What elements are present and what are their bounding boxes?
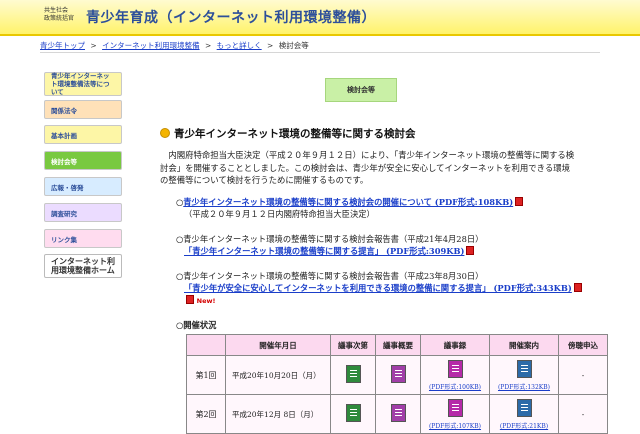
document-link-1[interactable]: 青少年インターネット環境の整備等に関する検討会の開催について (PDF形式:10… — [183, 197, 513, 207]
intro-text: 内閣府特命担当大臣決定（平成２０年９月１２日）により、「青少年インターネット環境… — [160, 150, 575, 186]
cell-agenda — [330, 355, 376, 395]
cell-apply: - — [558, 355, 608, 395]
document-item-3: ○青少年インターネット環境の整備等に関する検討会報告書（平成23年8月30日） … — [176, 270, 582, 307]
meeting-table: 開催年月日 議事次第 議事概要 議事録 開催案内 傍聴申込 第1回 平成20年1… — [186, 334, 608, 434]
new-badge: New! — [196, 297, 216, 305]
document-link-2[interactable]: 「青少年インターネット環境の整備等に関する提言」 (PDF形式:309KB) — [184, 246, 464, 256]
page-heading-text: 青少年インターネット環境の整備等に関する検討会 — [174, 128, 416, 140]
document-item-2: ○青少年インターネット環境の整備等に関する検討会報告書（平成21年4月28日） … — [176, 233, 483, 257]
table-header-row: 開催年月日 議事次第 議事概要 議事録 開催案内 傍聴申込 — [186, 334, 608, 356]
org-line-2: 政策統括官 — [44, 15, 75, 22]
breadcrumb-separator: > — [90, 41, 97, 50]
sidebar-item-related-laws[interactable]: 関係法令 — [44, 100, 122, 119]
breadcrumb-link-youth-top[interactable]: 青少年トップ — [40, 41, 85, 50]
sidebar-item-research[interactable]: 調査研究 — [44, 203, 122, 222]
sidebar-item-review-meetings[interactable]: 検討会等 — [44, 151, 122, 170]
breadcrumb: 青少年トップ > インターネット利用環境整備 > もっと詳しく > 検討会等 — [40, 40, 309, 51]
summary-document-icon[interactable] — [390, 404, 406, 422]
breadcrumb-link-details[interactable]: もっと詳しく — [217, 41, 262, 50]
column-header-agenda: 議事次第 — [330, 334, 376, 356]
cell-round: 第2回 — [186, 394, 226, 434]
org-line-1: 共生社会 — [44, 7, 69, 14]
cell-summary — [375, 394, 421, 434]
document-link-row-2: 「青少年インターネット環境の整備等に関する提言」 (PDF形式:309KB) — [176, 245, 483, 257]
notice-size-link[interactable]: (PDF形式:132KB) — [493, 382, 555, 391]
minutes-document-icon[interactable] — [447, 359, 463, 378]
cell-date: 平成20年10月20日（月） — [225, 355, 331, 395]
divider — [40, 52, 600, 53]
site-header: 共生社会 政策統括官 青少年育成（インターネット利用環境整備） — [0, 0, 640, 36]
document-title-2: 青少年インターネット環境の整備等に関する検討会報告書（平成21年4月28日） — [183, 234, 484, 244]
section-badge: 検討会等 — [325, 78, 397, 102]
sidebar-home-link[interactable]: インターネット利用環境整備ホーム — [44, 254, 122, 278]
page-heading: 青少年インターネット環境の整備等に関する検討会 — [160, 126, 416, 141]
cell-date: 平成20年12月 8日（月） — [225, 394, 331, 434]
agenda-document-icon[interactable] — [345, 365, 361, 383]
table-row: 第1回 平成20年10月20日（月） (PDF形式:100KB) (PDF形式:… — [186, 355, 608, 395]
sidebar-item-links[interactable]: リンク集 — [44, 229, 122, 248]
document-link-3[interactable]: 「青少年が安全に安心してインターネットを利用できる環境の整備に関する提言」 (P… — [184, 283, 572, 293]
sidebar-item-basic-plan[interactable]: 基本計画 — [44, 125, 122, 144]
cell-notice: (PDF形式:21KB) — [489, 394, 559, 434]
sidebar-item-label: 基本計画 — [51, 131, 77, 140]
new-badge-row: New! — [176, 294, 582, 307]
breadcrumb-separator: > — [204, 41, 212, 50]
breadcrumb-link-internet[interactable]: インターネット利用環境整備 — [102, 41, 200, 50]
pdf-icon — [466, 246, 475, 255]
sidebar-item-label: 関係法令 — [51, 106, 77, 115]
document-title-3: 青少年インターネット環境の整備等に関する検討会報告書（平成23年8月30日） — [183, 271, 484, 281]
sidebar-item-label: 調査研究 — [51, 209, 77, 218]
status-heading: ○開催状況 — [176, 320, 217, 330]
intro-paragraph: 内閣府特命担当大臣決定（平成２０年９月１２日）により、「青少年インターネット環境… — [160, 149, 576, 187]
cell-apply: - — [558, 394, 608, 434]
sidebar-item-label: リンク集 — [51, 235, 77, 244]
column-header-date: 開催年月日 — [225, 334, 331, 356]
minutes-document-icon[interactable] — [447, 398, 463, 417]
site-title: 青少年育成（インターネット利用環境整備） — [86, 10, 376, 26]
notice-size-link[interactable]: (PDF形式:21KB) — [493, 421, 555, 430]
agenda-document-icon[interactable] — [345, 404, 361, 422]
pdf-icon — [573, 283, 582, 292]
cell-minutes: (PDF形式:107KB) — [420, 394, 490, 434]
cell-round: 第1回 — [186, 355, 226, 395]
breadcrumb-separator: > — [267, 41, 274, 50]
minutes-size-link[interactable]: (PDF形式:100KB) — [424, 382, 486, 391]
sidebar-item-publicity[interactable]: 広報・啓発 — [44, 177, 122, 196]
cell-notice: (PDF形式:132KB) — [489, 355, 559, 395]
document-note-1: （平成２０年９月１２日内閣府特命担当大臣決定） — [184, 209, 375, 219]
minutes-size-link[interactable]: (PDF形式:107KB) — [424, 421, 486, 430]
table-row: 第2回 平成20年12月 8日（月） (PDF形式:107KB) (PDF形式:… — [186, 394, 608, 434]
column-header-notice: 開催案内 — [489, 334, 559, 356]
sidebar-item-label: 検討会等 — [51, 157, 77, 166]
summary-document-icon[interactable] — [390, 365, 406, 383]
document-item-1: ○青少年インターネット環境の整備等に関する検討会の開催について (PDF形式:1… — [176, 196, 524, 220]
document-link-row-3: 「青少年が安全に安心してインターネットを利用できる環境の整備に関する提言」 (P… — [176, 282, 582, 294]
notice-document-icon[interactable] — [516, 398, 532, 417]
column-header-summary: 議事概要 — [375, 334, 421, 356]
bullet-dot-icon — [160, 128, 170, 138]
cell-agenda — [330, 394, 376, 434]
column-header-minutes: 議事録 — [420, 334, 490, 356]
sidebar-item-label: 青少年インターネット環境整備法等について — [51, 72, 110, 96]
pdf-icon — [186, 295, 194, 304]
sidebar-home-label: インターネット利用環境整備ホーム — [51, 257, 115, 275]
column-header-round — [186, 334, 226, 356]
cell-minutes: (PDF形式:100KB) — [420, 355, 490, 395]
column-header-apply: 傍聴申込 — [558, 334, 608, 356]
org-label: 共生社会 政策統括官 — [44, 7, 74, 23]
breadcrumb-current: 検討会等 — [278, 41, 309, 50]
cell-summary — [375, 355, 421, 395]
notice-document-icon[interactable] — [516, 359, 532, 378]
pdf-icon — [515, 197, 524, 206]
sidebar-item-law[interactable]: 青少年インターネット環境整備法等について — [44, 72, 122, 96]
sidebar-item-label: 広報・啓発 — [51, 183, 84, 192]
